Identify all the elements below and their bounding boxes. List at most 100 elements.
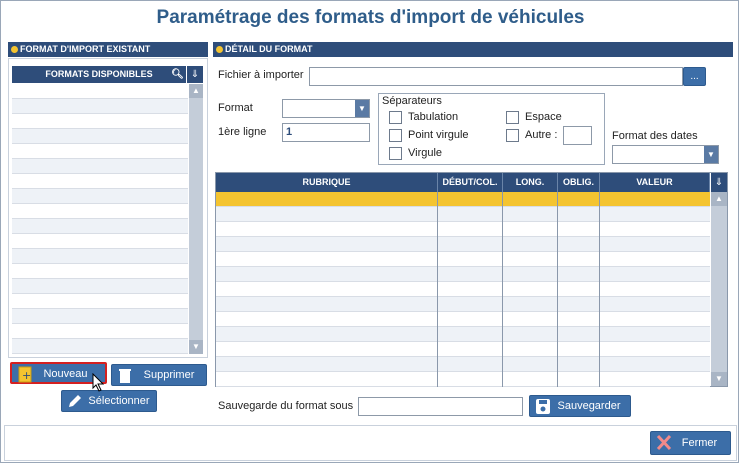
formats-scrollbar[interactable]: ▲ ▼ — [189, 84, 203, 354]
first-line-label: 1ère ligne — [218, 126, 267, 138]
search-icon[interactable]: 🔍︎ — [171, 66, 184, 83]
espace-checkbox[interactable] — [506, 111, 519, 124]
grid-cell-divider — [599, 327, 600, 342]
new-button-label: Nouveau — [43, 368, 88, 380]
grid-cell-divider — [557, 372, 558, 387]
svg-text:+: + — [22, 369, 31, 382]
first-line-input[interactable]: 1 — [282, 123, 370, 142]
grid-column-header[interactable]: OBLIG. — [558, 173, 600, 192]
grid-cell-divider — [502, 342, 503, 357]
tabulation-label: Tabulation — [408, 111, 459, 123]
grid-cell-divider — [557, 327, 558, 342]
grid-cell-divider — [557, 192, 558, 207]
grid-row[interactable] — [216, 327, 710, 342]
grid-row[interactable] — [216, 222, 710, 237]
grid-cell-divider — [557, 282, 558, 297]
list-item[interactable] — [12, 159, 188, 174]
grid-cell-divider — [557, 237, 558, 252]
grid-cell-divider — [437, 207, 438, 222]
list-item[interactable] — [12, 324, 188, 339]
select-button[interactable]: Sélectionner — [61, 390, 157, 412]
scroll-up-icon[interactable]: ▲ — [189, 84, 203, 98]
grid-column-menu-icon[interactable]: ⇓ — [711, 173, 727, 192]
grid-row[interactable] — [216, 237, 710, 252]
grid-cell-divider — [437, 222, 438, 237]
delete-button-label: Supprimer — [143, 369, 195, 381]
scroll-down-icon[interactable]: ▼ — [189, 340, 203, 354]
tabulation-checkbox[interactable] — [389, 111, 402, 124]
format-select[interactable]: ▼ — [282, 99, 370, 118]
grid-column-header[interactable]: VALEUR — [600, 173, 710, 192]
grid-row[interactable] — [216, 342, 710, 357]
grid-rows[interactable] — [216, 192, 710, 387]
list-item[interactable] — [12, 189, 188, 204]
browse-button[interactable]: ... — [683, 67, 706, 86]
scroll-up-icon[interactable]: ▲ — [711, 192, 727, 206]
window: Paramétrage des formats d'import de véhi… — [0, 0, 739, 463]
grid-column-header[interactable]: LONG. — [503, 173, 558, 192]
list-item[interactable] — [12, 219, 188, 234]
list-item[interactable] — [12, 309, 188, 324]
grid-cell-divider — [502, 192, 503, 207]
list-item[interactable] — [12, 204, 188, 219]
chevron-down-icon[interactable]: ▼ — [355, 100, 369, 117]
save-as-input[interactable] — [358, 397, 523, 416]
grid-cell-divider — [437, 267, 438, 282]
list-item[interactable] — [12, 279, 188, 294]
list-item[interactable] — [12, 294, 188, 309]
file-input[interactable] — [309, 67, 683, 86]
list-item[interactable] — [12, 249, 188, 264]
list-item[interactable] — [12, 114, 188, 129]
grid-cell-divider — [437, 282, 438, 297]
autre-checkbox[interactable] — [506, 129, 519, 142]
grid-cell-divider — [437, 327, 438, 342]
espace-label: Espace — [525, 111, 562, 123]
grid-cell-divider — [502, 222, 503, 237]
grid-row[interactable] — [216, 252, 710, 267]
list-item[interactable] — [12, 174, 188, 189]
file-label: Fichier à importer — [218, 69, 304, 81]
grid-row[interactable] — [216, 372, 710, 387]
date-format-select[interactable]: ▼ — [612, 145, 719, 164]
point-virgule-label: Point virgule — [408, 129, 469, 141]
left-panel-title: FORMAT D'IMPORT EXISTANT — [20, 44, 151, 54]
grid-row[interactable] — [216, 297, 710, 312]
right-panel-title: DÉTAIL DU FORMAT — [225, 44, 313, 54]
grid-cell-divider — [599, 222, 600, 237]
close-icon — [656, 434, 672, 451]
chevron-down-icon[interactable]: ▼ — [704, 146, 718, 163]
list-item[interactable] — [12, 339, 188, 354]
point-virgule-checkbox[interactable] — [389, 129, 402, 142]
pencil-icon — [69, 395, 81, 407]
save-button[interactable]: Sauvegarder — [529, 395, 631, 417]
grid-column-header[interactable]: DÉBUT/COL. — [438, 173, 503, 192]
autre-input[interactable] — [563, 126, 592, 145]
delete-button[interactable]: Supprimer — [111, 364, 207, 386]
grid-cell-divider — [502, 267, 503, 282]
date-format-label: Format des dates — [612, 130, 698, 142]
grid-row[interactable] — [216, 267, 710, 282]
grid-cell-divider — [437, 297, 438, 312]
grid-row[interactable] — [216, 207, 710, 222]
grid-cell-divider — [599, 237, 600, 252]
close-button[interactable]: Fermer — [650, 431, 731, 455]
grid-cell-divider — [599, 207, 600, 222]
column-menu-icon[interactable]: ⇓ — [187, 66, 203, 83]
list-item[interactable] — [12, 234, 188, 249]
grid-cell-divider — [502, 312, 503, 327]
list-item[interactable] — [12, 264, 188, 279]
grid-row[interactable] — [216, 312, 710, 327]
list-item[interactable] — [12, 84, 188, 99]
formats-list-panel: FORMATS DISPONIBLES 🔍︎ ⇓ ▲ ▼ — [8, 58, 208, 358]
grid-row[interactable] — [216, 357, 710, 372]
grid-row-selected[interactable] — [216, 192, 710, 207]
formats-list-header-label: FORMATS DISPONIBLES — [45, 69, 153, 79]
scroll-down-icon[interactable]: ▼ — [711, 372, 727, 386]
grid-column-header[interactable]: RUBRIQUE — [216, 173, 438, 192]
grid-row[interactable] — [216, 282, 710, 297]
list-item[interactable] — [12, 144, 188, 159]
list-item[interactable] — [12, 99, 188, 114]
list-item[interactable] — [12, 129, 188, 144]
grid-scrollbar[interactable]: ▲ ▼ — [711, 192, 727, 386]
virgule-checkbox[interactable] — [389, 147, 402, 160]
